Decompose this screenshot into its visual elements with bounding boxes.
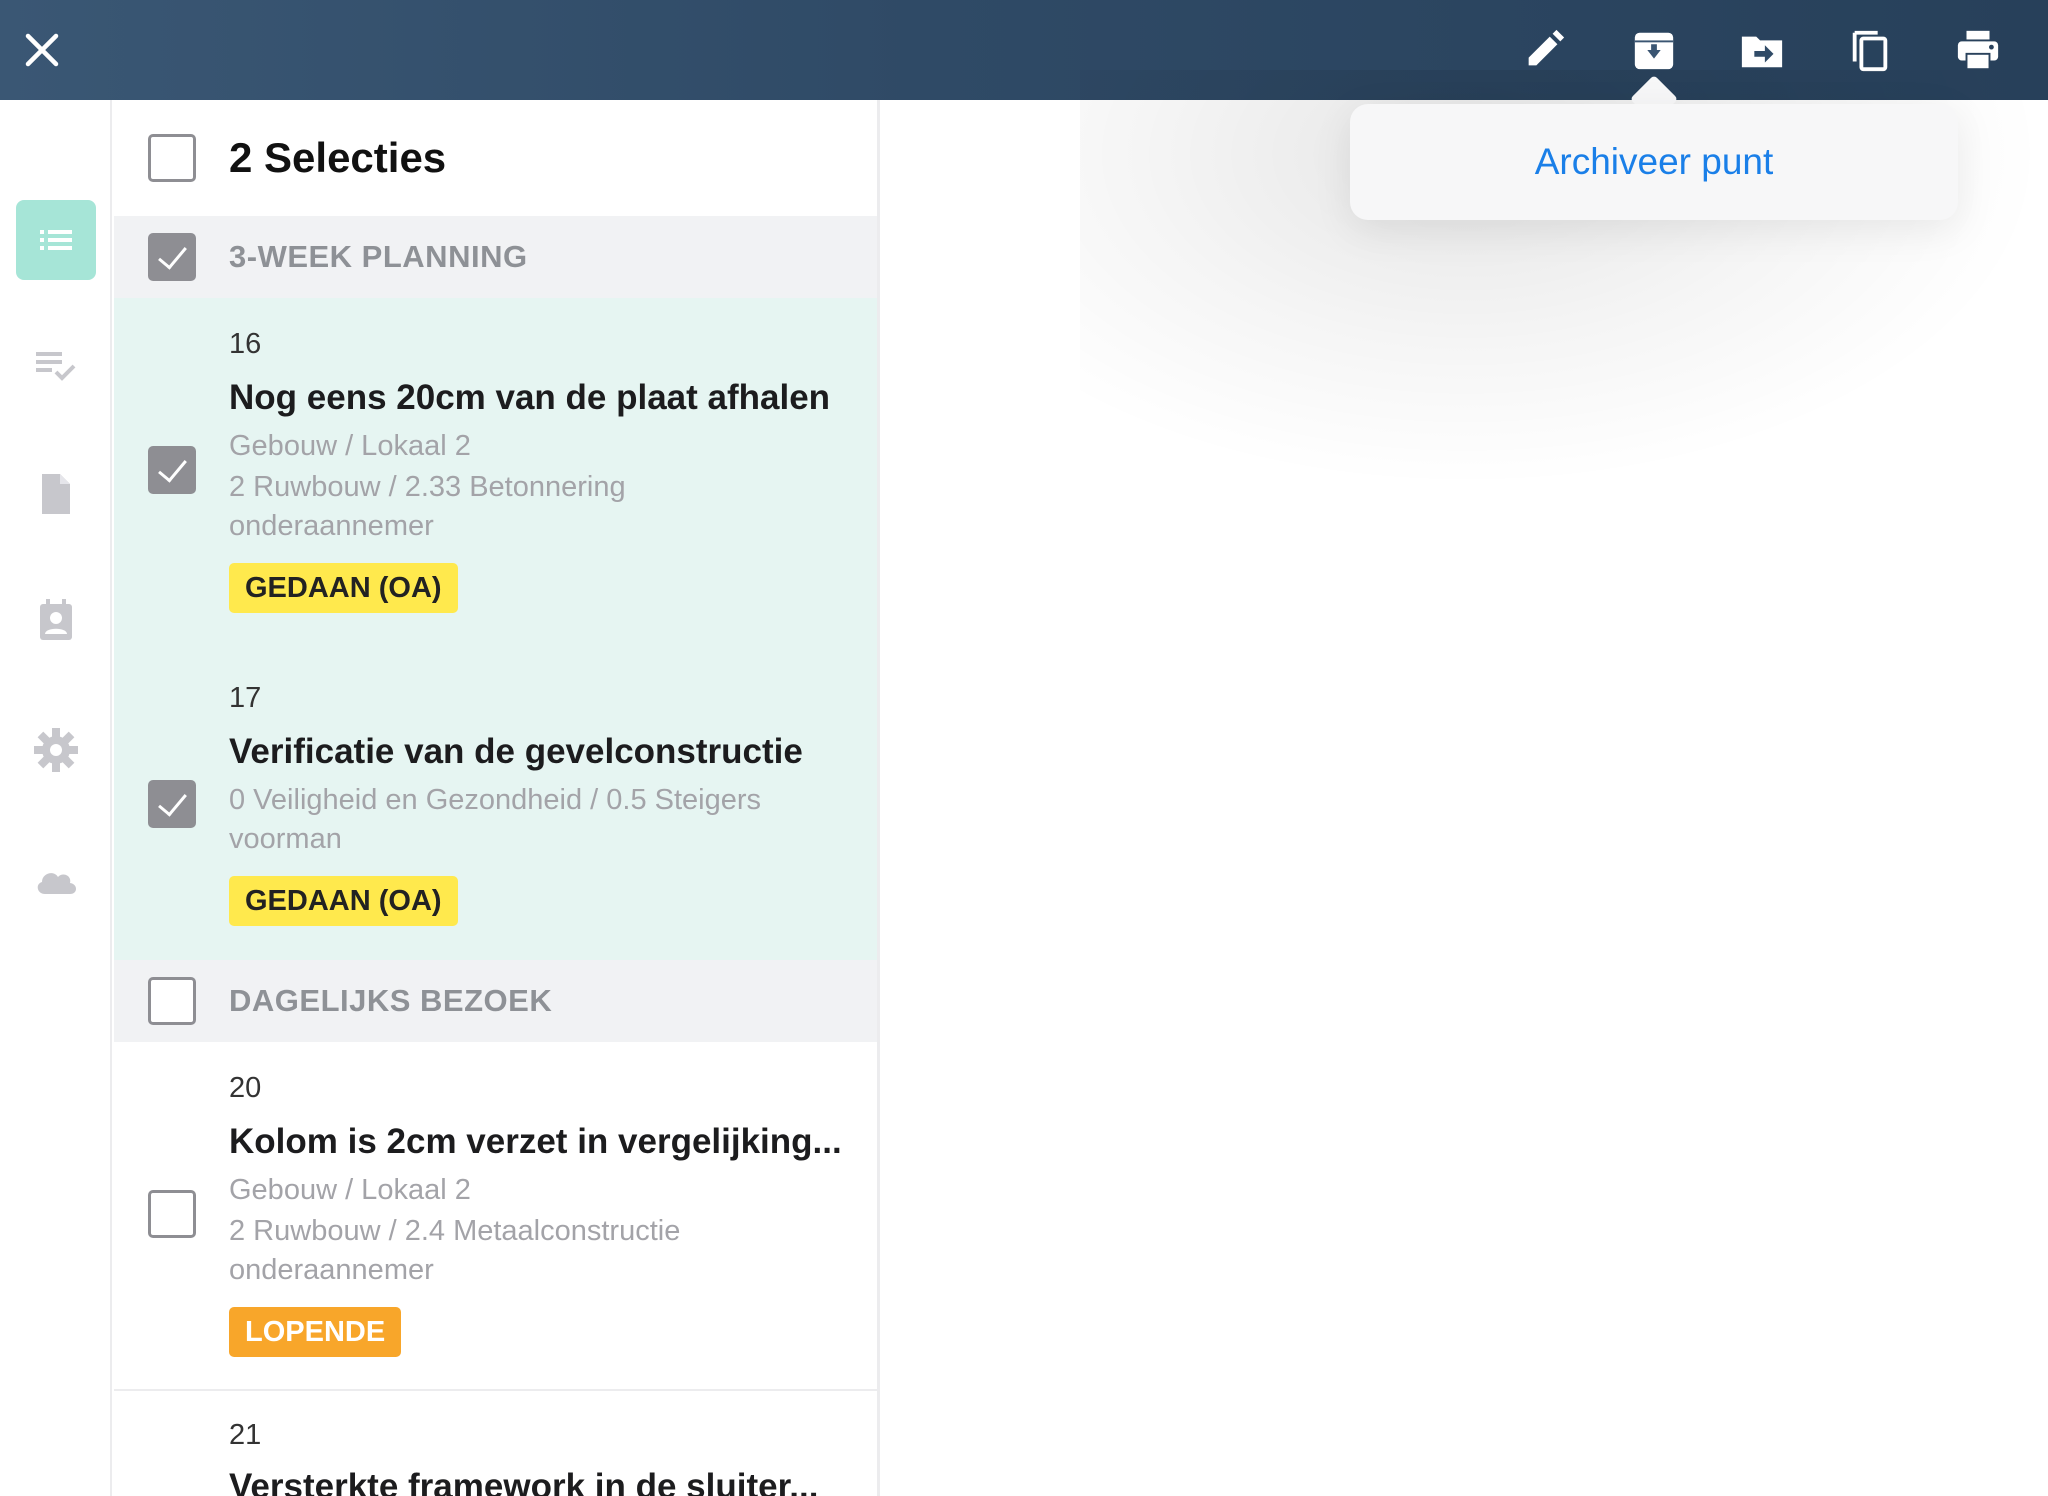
- item-title: Kolom is 2cm verzet in vergelijking...: [229, 1122, 842, 1161]
- item-title: Verificatie van de gevelconstructie: [229, 732, 803, 771]
- item-category: 2 Ruwbouw / 2.33 Betonnering: [229, 471, 626, 503]
- print-icon[interactable]: [1952, 24, 2004, 76]
- item-number: 16: [229, 328, 262, 360]
- item-category: 2 Ruwbouw / 2.4 Metaalconstructie: [229, 1215, 681, 1247]
- item-list-panel: 2 Selecties 3-WEEK PLANNING 16 Nog eens …: [114, 100, 880, 1496]
- section-header-dagelijks-bezoek: DAGELIJKS BEZOEK: [114, 960, 877, 1042]
- settings-icon[interactable]: [16, 710, 96, 790]
- item-assignee: onderaannemer: [229, 510, 434, 542]
- close-icon[interactable]: [18, 26, 66, 74]
- item-checkbox[interactable]: [148, 446, 196, 494]
- item-assignee: onderaannemer: [229, 1254, 434, 1286]
- list-icon[interactable]: [16, 200, 96, 280]
- section-checkbox[interactable]: [148, 977, 196, 1025]
- edit-icon[interactable]: [1518, 24, 1570, 76]
- select-all-checkbox[interactable]: [148, 134, 196, 182]
- section-header-3-week-planning: 3-WEEK PLANNING: [114, 216, 877, 298]
- item-number: 17: [229, 682, 262, 714]
- section-checkbox[interactable]: [148, 233, 196, 281]
- item-number: 20: [229, 1072, 262, 1104]
- item-location: Gebouw / Lokaal 2: [229, 430, 471, 462]
- item-category: 0 Veiligheid en Gezondheid / 0.5 Steiger…: [229, 784, 762, 816]
- status-badge: LOPENDE: [229, 1307, 402, 1357]
- checklist-icon[interactable]: [16, 326, 96, 406]
- archive-icon[interactable]: [1628, 24, 1680, 76]
- item-title: Nog eens 20cm van de plaat afhalen: [229, 378, 831, 417]
- section-label: 3-WEEK PLANNING: [229, 239, 528, 274]
- item-location: Gebouw / Lokaal 2: [229, 1174, 471, 1206]
- archive-item-button[interactable]: Archiveer punt: [1535, 141, 1774, 183]
- section-label: DAGELIJKS BEZOEK: [229, 983, 553, 1018]
- cloud-icon[interactable]: [16, 840, 96, 920]
- status-badge: GEDAAN (OA): [229, 563, 458, 613]
- status-badge: GEDAAN (OA): [229, 876, 458, 926]
- item-number: 21: [229, 1419, 262, 1451]
- list-item[interactable]: 21 Versterkte framework in de sluiter...: [114, 1391, 877, 1496]
- list-item[interactable]: 16 Nog eens 20cm van de plaat afhalen Ge…: [114, 298, 877, 642]
- item-checkbox[interactable]: [148, 1190, 196, 1238]
- document-icon[interactable]: [16, 454, 96, 534]
- archive-popover: Archiveer punt: [1350, 104, 1958, 220]
- contacts-icon[interactable]: [16, 580, 96, 660]
- copy-icon[interactable]: [1844, 24, 1896, 76]
- sidebar: [0, 100, 112, 1496]
- move-icon[interactable]: [1736, 24, 1788, 76]
- item-title: Versterkte framework in de sluiter...: [229, 1467, 819, 1496]
- selection-title: 2 Selecties: [229, 134, 447, 181]
- list-item[interactable]: 17 Verificatie van de gevelconstructie 0…: [114, 642, 877, 960]
- selection-header: 2 Selecties: [114, 100, 877, 216]
- item-checkbox[interactable]: [148, 780, 196, 828]
- item-assignee: voorman: [229, 823, 342, 855]
